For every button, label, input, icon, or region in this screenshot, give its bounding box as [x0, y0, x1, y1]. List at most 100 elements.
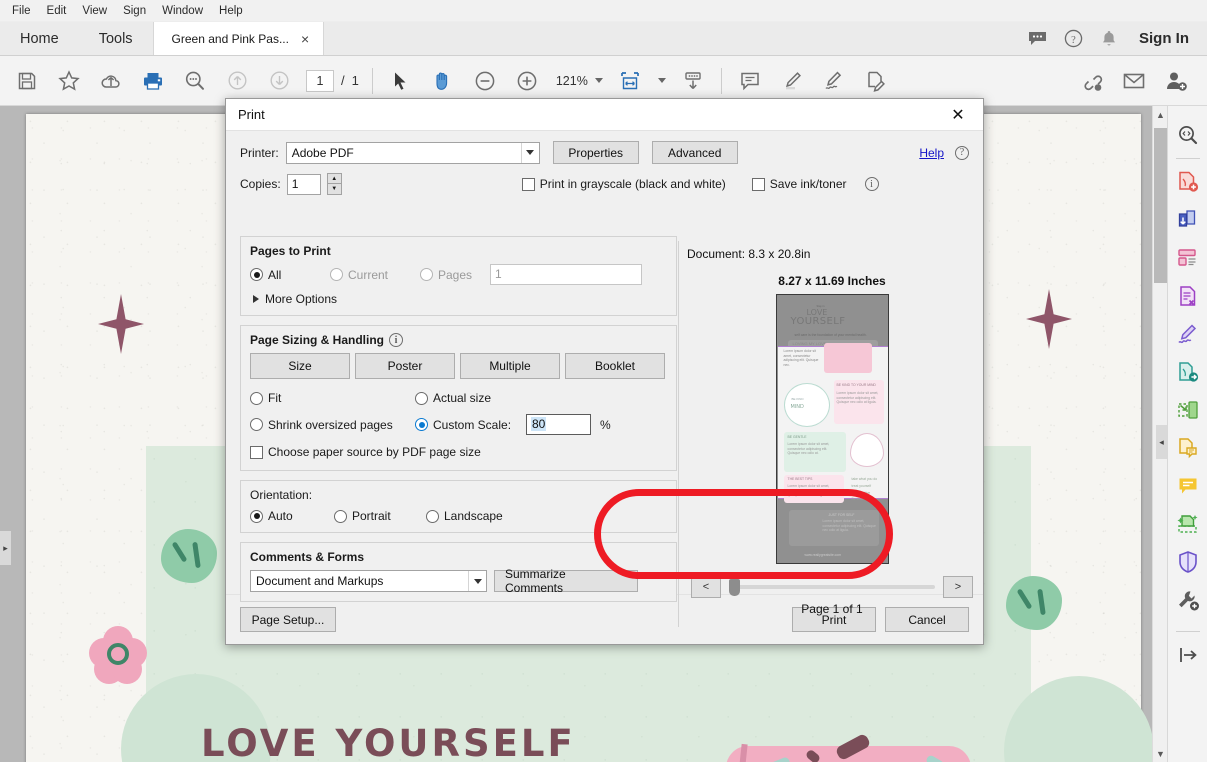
search-pdf-icon[interactable] — [1172, 116, 1204, 154]
menu-sign[interactable]: Sign — [115, 1, 154, 21]
radio-auto[interactable]: Auto — [250, 509, 334, 523]
radio-indicator[interactable] — [330, 268, 343, 281]
print-icon[interactable] — [132, 61, 174, 101]
scroll-up-arrow-icon[interactable]: ▲ — [1153, 106, 1168, 123]
tab-poster[interactable]: Poster — [355, 353, 455, 379]
slider-knob[interactable] — [729, 579, 740, 596]
zoom-in-icon[interactable] — [506, 61, 548, 101]
chevron-down-icon[interactable] — [520, 142, 539, 163]
sign-icon[interactable] — [813, 61, 855, 101]
sign-fill-icon[interactable] — [1172, 315, 1204, 353]
copies-stepper[interactable]: ▲ ▼ — [326, 173, 342, 195]
choose-paper-source-checkbox[interactable]: Choose paper source by PDF page size — [250, 445, 481, 459]
tab-multiple[interactable]: Multiple — [460, 353, 560, 379]
help-circle-icon[interactable]: ? — [1063, 29, 1083, 49]
radio-indicator[interactable] — [415, 391, 428, 405]
create-pdf-icon[interactable] — [1172, 163, 1204, 201]
scrollbar-thumb[interactable] — [1154, 128, 1167, 283]
page-number-input[interactable]: 1 — [306, 69, 334, 92]
info-circle-icon[interactable]: i — [864, 177, 879, 191]
radio-landscape[interactable]: Landscape — [426, 509, 503, 523]
page-setup-button[interactable]: Page Setup... — [240, 607, 336, 632]
fit-page-icon[interactable] — [609, 61, 651, 101]
zoom-search-icon[interactable] — [174, 61, 216, 101]
sign-in-button[interactable]: Sign In — [1135, 30, 1193, 47]
comment-icon[interactable] — [729, 61, 771, 101]
radio-custom-scale[interactable]: Custom Scale: — [415, 418, 526, 432]
edit-pdf-icon[interactable] — [855, 61, 897, 101]
checkbox-box[interactable] — [521, 177, 535, 191]
highlight-icon[interactable] — [771, 61, 813, 101]
radio-indicator[interactable] — [250, 418, 263, 431]
tab-size[interactable]: Size — [250, 353, 350, 379]
radio-indicator[interactable] — [250, 509, 263, 523]
custom-scale-input[interactable]: 80 — [526, 414, 591, 435]
add-person-icon[interactable] — [1155, 61, 1197, 101]
menu-edit[interactable]: Edit — [39, 1, 75, 21]
close-icon[interactable]: × — [299, 31, 311, 47]
preview-page-slider[interactable] — [729, 579, 935, 596]
hand-pan-icon[interactable] — [422, 61, 464, 101]
tab-home[interactable]: Home — [0, 22, 79, 55]
tab-document[interactable]: Green and Pink Pas... × — [152, 22, 325, 55]
properties-button[interactable]: Properties — [552, 141, 639, 164]
pages-range-input[interactable]: 1 — [490, 264, 642, 285]
collapse-right-panel-button[interactable]: ◂ — [1156, 425, 1167, 459]
comment-bubble-icon[interactable] — [1027, 29, 1047, 49]
select-cursor-icon[interactable] — [380, 61, 422, 101]
preview-next-button[interactable]: > — [943, 576, 973, 598]
protect-icon[interactable] — [1172, 543, 1204, 581]
info-circle-icon[interactable]: i — [389, 333, 404, 347]
close-icon[interactable]: ✕ — [939, 100, 977, 130]
zoom-chevron-down-icon[interactable] — [594, 78, 603, 83]
radio-indicator[interactable] — [250, 391, 263, 405]
radio-pages[interactable]: Pages — [420, 268, 490, 282]
radio-actual-size[interactable]: Actual size — [415, 391, 491, 405]
share-link-icon[interactable] — [1071, 61, 1113, 101]
radio-shrink[interactable]: Shrink oversized pages — [250, 418, 415, 432]
summarize-comments-button[interactable]: Summarize Comments — [494, 567, 638, 595]
organize-pages-icon[interactable] — [1172, 239, 1204, 277]
comments-forms-select[interactable]: Document and Markups — [250, 570, 487, 592]
menu-help[interactable]: Help — [211, 1, 251, 21]
checkbox-box[interactable] — [751, 177, 765, 191]
expand-panel-icon[interactable] — [1172, 636, 1204, 674]
advanced-button[interactable]: Advanced — [651, 141, 738, 164]
more-tools-icon[interactable] — [1172, 581, 1204, 619]
more-options-toggle[interactable]: More Options — [253, 292, 667, 306]
radio-fit[interactable]: Fit — [250, 391, 415, 405]
page-down-icon[interactable] — [258, 61, 300, 101]
checkbox-box[interactable] — [250, 445, 263, 459]
menu-window[interactable]: Window — [154, 1, 211, 21]
tab-tools[interactable]: Tools — [78, 22, 153, 55]
bell-icon[interactable] — [1099, 29, 1119, 49]
email-icon[interactable] — [1113, 61, 1155, 101]
radio-indicator[interactable] — [334, 509, 347, 523]
export-pdf-icon[interactable] — [1172, 201, 1204, 239]
tab-booklet[interactable]: Booklet — [565, 353, 665, 379]
scroll-down-arrow-icon[interactable]: ▼ — [1153, 745, 1168, 762]
radio-indicator[interactable] — [426, 509, 439, 523]
compress-pdf-icon[interactable] — [1172, 391, 1204, 429]
scroll-mode-icon[interactable] — [672, 61, 714, 101]
save-ink-checkbox[interactable]: Save ink/toner — [751, 177, 847, 191]
send-for-signature-icon[interactable] — [1172, 353, 1204, 391]
radio-current[interactable]: Current — [330, 268, 420, 282]
comment-doc-icon[interactable] — [1172, 429, 1204, 467]
help-circle-icon[interactable]: ? — [955, 145, 969, 160]
help-link[interactable]: Help — [919, 146, 944, 160]
fit-chevron-down-icon[interactable] — [657, 78, 666, 83]
enhance-scan-icon[interactable] — [1172, 505, 1204, 543]
save-icon[interactable] — [6, 61, 48, 101]
cloud-upload-icon[interactable] — [90, 61, 132, 101]
page-up-icon[interactable] — [216, 61, 258, 101]
printer-select[interactable]: Adobe PDF — [285, 141, 540, 164]
chevron-down-icon[interactable] — [468, 571, 486, 591]
menu-view[interactable]: View — [74, 1, 115, 21]
radio-indicator[interactable] — [415, 418, 428, 431]
edit-pdf-icon[interactable] — [1172, 277, 1204, 315]
preview-prev-button[interactable]: < — [691, 576, 721, 598]
grayscale-checkbox[interactable]: Print in grayscale (black and white) — [521, 177, 726, 191]
zoom-level-label[interactable]: 121% — [556, 74, 588, 88]
menu-file[interactable]: File — [4, 1, 39, 21]
